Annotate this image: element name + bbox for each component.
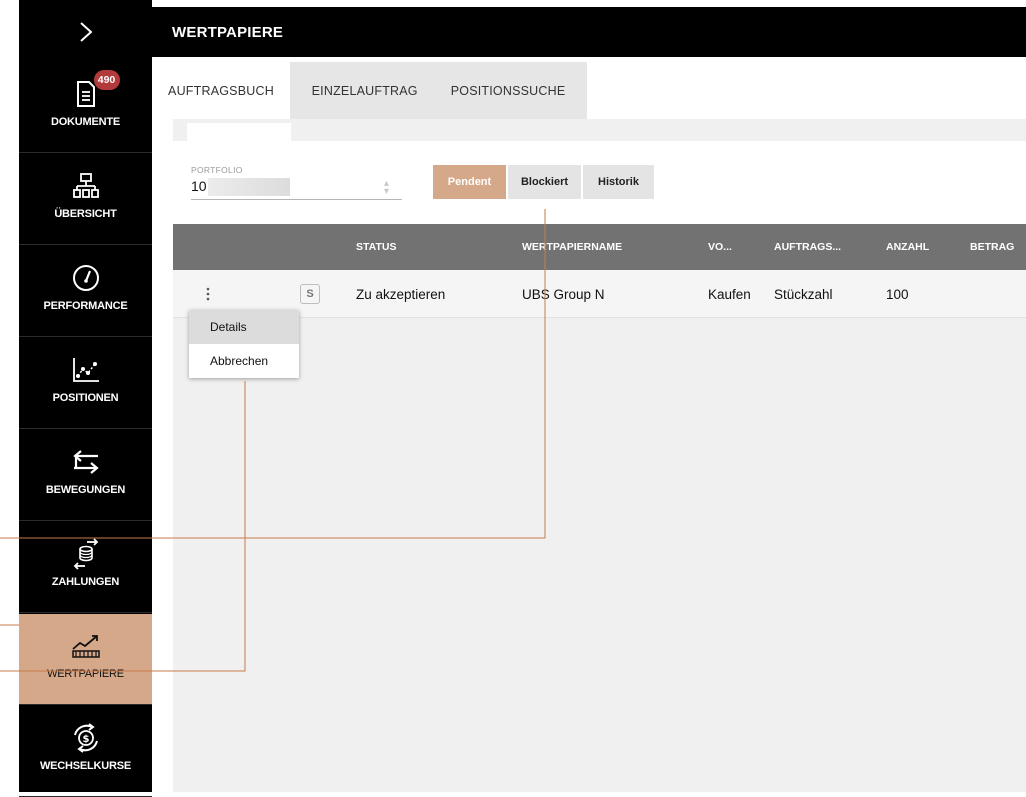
tab-auftragsbuch[interactable]: AUFTRAGSBUCH [152,62,290,119]
sidebar-item-performance[interactable]: PERFORMANCE [19,246,152,337]
tab-einzelauftrag[interactable]: EINZELAUFTRAG [312,84,418,98]
sidebar-expand-button[interactable] [19,7,152,57]
status-filter-group: Pendent Blockiert Historik [433,165,654,199]
sidebar-item-uebersicht[interactable]: ÜBERSICHT [19,154,152,245]
sidebar-item-label: PERFORMANCE [43,300,128,312]
table-row[interactable]: S Zu akzeptieren UBS Group N Kaufen Stüc… [173,270,1026,318]
left-margin [0,0,19,792]
portfolio-value: 10 [191,178,207,194]
page-header: WERTPAPIERE [152,7,1026,57]
filter-blockiert-button[interactable]: Blockiert [508,165,581,199]
sidebar-item-label: POSITIONEN [52,392,119,404]
column-header-auftragsart[interactable]: AUFTRAGS... [774,224,841,270]
sidebar-item-wechselkurse[interactable]: $ WECHSELKURSE [19,706,152,797]
table-header: STATUS WERTPAPIERNAME VO... AUFTRAGS... … [173,224,1026,270]
sidebar-item-zahlungen[interactable]: ZAHLUNGEN [19,522,152,613]
column-header-betrag[interactable]: BETRAG [970,224,1014,270]
column-header-wertpapiername[interactable]: WERTPAPIERNAME [522,224,622,270]
cell-status: Zu akzeptieren [356,286,446,302]
sidebar-item-label: ZAHLUNGEN [51,576,120,588]
tab-bar: AUFTRAGSBUCH EINZELAUFTRAG POSITIONSSUCH… [152,62,1026,119]
cell-anzahl: 100 [886,286,909,302]
column-header-anzahl[interactable]: ANZAHL [886,224,929,270]
coins-exchange-icon [71,536,101,572]
sitemap-icon [72,168,99,204]
cell-wertpapiername: UBS Group N [522,286,605,302]
chevron-right-icon [79,22,92,42]
sidebar-item-label: WERTPAPIERE [47,668,124,680]
gauge-icon [71,260,101,296]
sidebar-item-dokumente[interactable]: 490 DOKUMENTE [19,62,152,153]
menu-item-details[interactable]: Details [189,310,299,344]
filter-pendent-button[interactable]: Pendent [433,165,506,199]
filter-historik-button[interactable]: Historik [583,165,654,199]
cell-vorgang: Kaufen [708,286,751,302]
portfolio-select[interactable]: 10 ▴ ▾ [191,176,402,200]
redacted-portfolio-number [208,178,290,196]
notification-badge: 490 [93,70,120,90]
scatter-chart-icon [71,352,101,388]
svg-text:$: $ [82,734,89,745]
tab-group: EINZELAUFTRAG POSITIONSSUCHE [290,62,587,119]
document-icon: 490 [74,70,120,112]
sidebar-item-label: BEWEGUNGEN [45,484,126,496]
column-header-status[interactable]: STATUS [356,224,396,270]
page-title: WERTPAPIERE [172,23,284,41]
column-header-vorgang[interactable]: VO... [708,224,732,270]
order-type-badge: S [300,284,320,304]
tab-positionssuche[interactable]: POSITIONSSUCHE [451,84,566,98]
transfer-arrows-icon [71,444,101,480]
sidebar-item-positionen[interactable]: POSITIONEN [19,338,152,429]
sidebar: 490 DOKUMENTE ÜBERSICHT PERFORMANCE POSI… [19,0,152,797]
portfolio-label: PORTFOLIO [191,165,243,175]
securities-chart-icon [70,628,102,664]
updown-caret-icon: ▴ ▾ [384,178,390,197]
cell-auftragsart: Stückzahl [774,286,833,302]
sidebar-item-label: WECHSELKURSE [39,760,132,772]
row-context-menu: Details Abbrechen [189,310,299,378]
currency-exchange-icon: $ [70,720,102,756]
menu-item-abbrechen[interactable]: Abbrechen [189,344,299,378]
sidebar-item-bewegungen[interactable]: BEWEGUNGEN [19,430,152,521]
sidebar-item-label: DOKUMENTE [50,116,121,128]
sidebar-item-wertpapiere[interactable]: WERTPAPIERE [19,614,152,705]
sidebar-item-label: ÜBERSICHT [54,208,117,220]
